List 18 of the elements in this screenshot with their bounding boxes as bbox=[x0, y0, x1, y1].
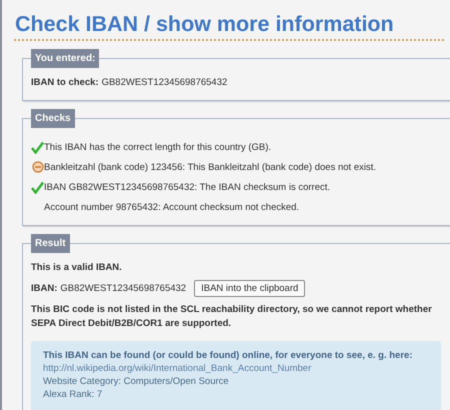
check-message: Bankleitzahl (bank code) 123456: This Bankleitzahl (bank code) does not exist. bbox=[44, 162, 376, 172]
panel-legend: Checks bbox=[31, 109, 75, 128]
panel-legend: Result bbox=[31, 234, 70, 253]
field-label: IBAN to check: bbox=[31, 77, 99, 88]
info-heading: This IBAN can be found (or could be found) online, for everyone to see, e. g. here: bbox=[43, 349, 414, 362]
page-title: Check IBAN / show more information bbox=[14, 11, 395, 38]
bic-note: This BIC code is not listed in the SCL reachability directory, so we cannot report whether SEPA Direct Debit/B2B/COR1 are supported. bbox=[31, 303, 433, 331]
check-message: IBAN GB82WEST12345698765432: The IBAN checksum is correct. bbox=[44, 182, 330, 192]
check-message: Account number 98765432: Account checksum not checked. bbox=[44, 202, 300, 212]
result-verdict: This is a valid IBAN. bbox=[31, 262, 123, 273]
iban-value: GB82WEST12345698765432 bbox=[102, 77, 228, 88]
iban-value: GB82WEST12345698765432 bbox=[60, 283, 186, 294]
website-category: Website Category: Computers/Open Source bbox=[43, 375, 230, 388]
check-message: This IBAN has the correct length for this country (GB). bbox=[44, 142, 272, 152]
copy-button[interactable]: IBAN into the clipboard bbox=[194, 280, 306, 297]
field-label: IBAN: bbox=[31, 283, 58, 294]
alexa-rank: Alexa Rank: 7 bbox=[43, 388, 104, 401]
panel-legend: You entered: bbox=[31, 49, 100, 68]
